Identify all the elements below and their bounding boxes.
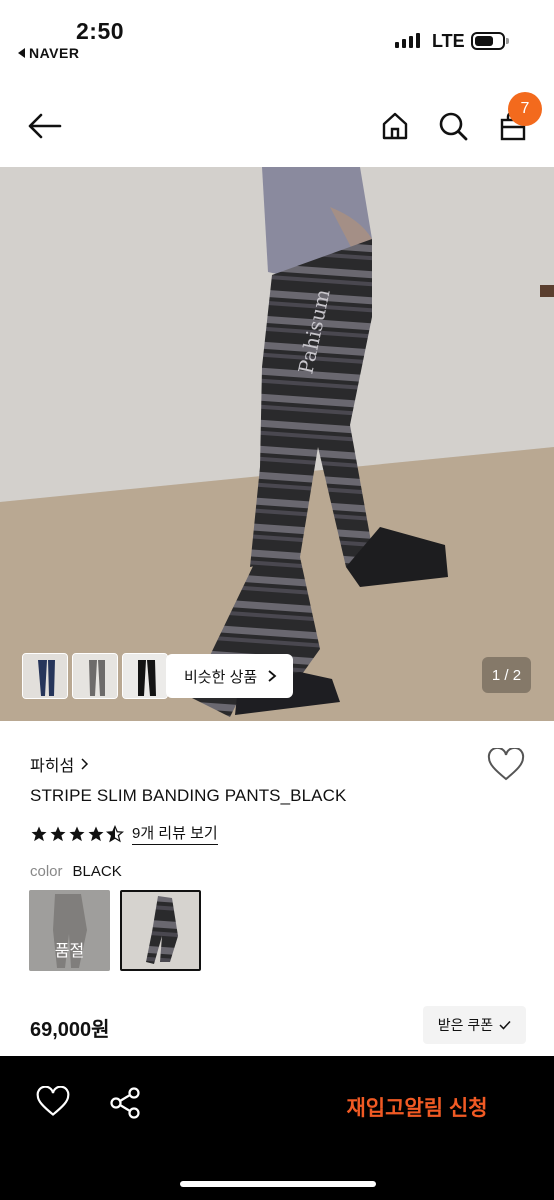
color-option-grey[interactable]: 품절 (29, 890, 110, 971)
heart-icon (487, 746, 525, 781)
thumbnail-3[interactable] (122, 653, 168, 699)
chevron-right-icon (268, 670, 277, 682)
bottom-action-bar: 재입고알림 신청 (0, 1056, 554, 1200)
star-icon (69, 826, 85, 841)
similar-products-button[interactable]: 비슷한 상품 (166, 654, 294, 698)
home-indicator (180, 1181, 376, 1187)
color-row: color BLACK (30, 863, 122, 880)
product-image[interactable]: Pahisum 비슷한 상품 1 / 2 (0, 167, 554, 721)
color-option-black[interactable] (120, 890, 201, 971)
star-icon (50, 826, 66, 841)
nav-header (0, 85, 554, 167)
star-icon (88, 826, 104, 841)
share-icon (110, 1087, 140, 1119)
product-title: STRIPE SLIM BANDING PANTS_BLACK (30, 786, 347, 805)
battery-icon (471, 32, 509, 50)
star-rating (30, 824, 124, 843)
back-to-app[interactable]: NAVER (18, 45, 79, 61)
color-options: 품절 (29, 890, 201, 971)
received-coupon-button[interactable]: 받은 쿠폰 (423, 1006, 526, 1044)
price: 69,000원 (30, 1019, 110, 1041)
status-time: 2:50 (76, 18, 125, 44)
similar-products-label: 비슷한 상품 (184, 668, 258, 686)
bottom-wishlist-button[interactable] (36, 1085, 72, 1122)
reviews-link[interactable]: 9개 리뷰 보기 (132, 822, 218, 845)
color-value: BLACK (72, 863, 122, 880)
image-pager: 1 / 2 (482, 657, 531, 693)
signal-icon (395, 33, 420, 48)
share-button[interactable] (108, 1086, 144, 1122)
star-icon (31, 826, 47, 841)
wishlist-button[interactable] (487, 746, 525, 784)
check-icon (499, 1020, 511, 1030)
home-icon[interactable] (375, 105, 415, 147)
product-photo: Pahisum (0, 167, 554, 721)
chevron-right-icon (81, 758, 89, 770)
thumbnail-2[interactable] (72, 653, 118, 699)
color-label: color (30, 863, 63, 880)
image-thumbnails (22, 653, 168, 699)
coupon-label: 받은 쿠폰 (437, 1017, 494, 1033)
carrier-label: LTE (432, 31, 465, 51)
status-bar: 2:50 NAVER LTE (0, 0, 554, 70)
search-icon[interactable] (433, 105, 473, 147)
heart-icon (36, 1085, 70, 1116)
thumbnail-1[interactable] (22, 653, 68, 699)
rating-row: 9개 리뷰 보기 (30, 822, 218, 845)
back-app-label: NAVER (29, 45, 80, 61)
cart-count-badge: 7 (508, 92, 542, 126)
half-star-icon (106, 824, 124, 842)
back-arrow-icon[interactable] (22, 105, 68, 147)
brand-link[interactable]: 파히섬 (30, 752, 89, 776)
back-triangle-icon (18, 48, 25, 58)
restock-alert-button[interactable]: 재입고알림 신청 (322, 1089, 512, 1125)
soldout-label: 품절 (29, 890, 110, 971)
brand-name: 파히섬 (30, 758, 75, 775)
